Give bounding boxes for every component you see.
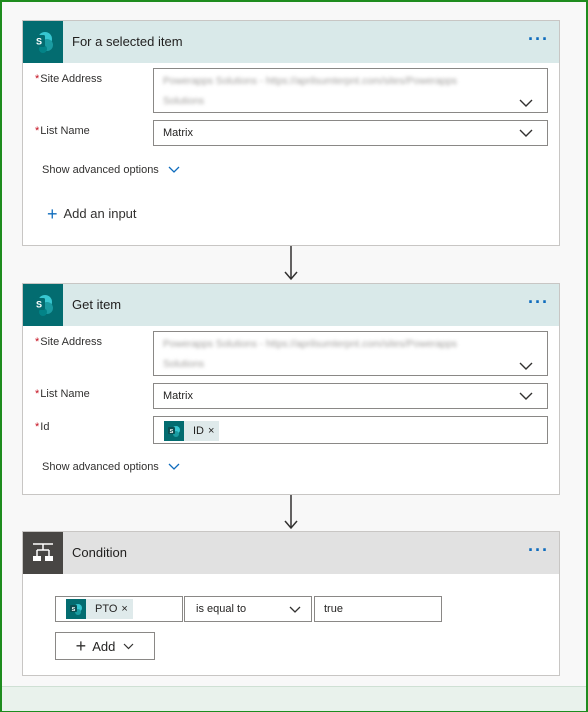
id-label: *Id — [35, 421, 50, 433]
add-input-button[interactable]: + Add an input — [47, 204, 137, 225]
svg-text:S: S — [170, 429, 174, 435]
more-options-icon[interactable]: ··· — [528, 540, 549, 561]
remove-token-icon[interactable]: × — [121, 603, 132, 615]
trigger-card-header[interactable]: S For a selected item ··· — [23, 21, 559, 63]
dynamic-content-token[interactable]: S ID × — [164, 421, 220, 441]
condition-left-operand[interactable]: S PTO × — [55, 596, 183, 622]
show-advanced-options[interactable]: Show advanced options — [42, 164, 180, 176]
more-options-icon[interactable]: ··· — [528, 29, 549, 50]
card-title: Get item — [72, 297, 122, 312]
dynamic-content-token[interactable]: S PTO × — [66, 599, 133, 619]
list-name-label: *List Name — [35, 388, 90, 400]
sharepoint-icon: S — [164, 421, 184, 441]
chevron-down-icon — [123, 643, 134, 649]
card-title: Condition — [72, 545, 127, 560]
site-address-dropdown[interactable]: Powerapps Solutions - https://aprilsumte… — [153, 68, 548, 113]
svg-text:S: S — [36, 300, 42, 310]
list-name-label: *List Name — [35, 125, 90, 137]
chevron-down-icon — [168, 463, 180, 471]
list-name-dropdown[interactable]: Matrix — [153, 383, 548, 409]
more-options-icon[interactable]: ··· — [528, 292, 549, 313]
list-name-dropdown[interactable]: Matrix — [153, 120, 548, 146]
svg-text:S: S — [36, 37, 42, 47]
svg-text:S: S — [72, 607, 76, 613]
remove-token-icon[interactable]: × — [208, 425, 219, 437]
condition-right-operand[interactable]: true — [314, 596, 442, 622]
chevron-down-icon — [289, 606, 301, 613]
plus-icon: + — [47, 204, 58, 224]
sharepoint-icon: S — [23, 284, 63, 326]
sharepoint-icon: S — [66, 599, 86, 619]
get-item-card-header[interactable]: S Get item ··· — [23, 284, 559, 326]
id-field[interactable]: S ID × — [153, 416, 548, 444]
operator-value: is equal to — [196, 603, 247, 615]
chevron-down-icon — [519, 129, 533, 137]
plus-icon: + — [75, 635, 87, 656]
condition-card: Condition ··· S PTO × is equal to true +… — [22, 531, 560, 676]
site-address-dropdown[interactable]: Powerapps Solutions - https://aprilsumte… — [153, 331, 548, 376]
chevron-down-icon — [168, 166, 180, 174]
down-arrow-icon — [284, 495, 298, 530]
chevron-down-icon — [519, 99, 533, 107]
bottom-band — [2, 686, 586, 711]
show-advanced-options[interactable]: Show advanced options — [42, 461, 180, 473]
condition-operator-dropdown[interactable]: is equal to — [184, 596, 312, 622]
get-item-card: S Get item ··· *Site Address Powerapps S… — [22, 283, 560, 495]
sharepoint-icon: S — [23, 21, 63, 63]
add-row-button[interactable]: + Add — [55, 632, 155, 660]
site-address-label: *Site Address — [35, 336, 103, 348]
condition-card-header[interactable]: Condition ··· — [23, 532, 559, 574]
condition-icon — [23, 532, 63, 574]
add-label: Add — [92, 638, 116, 654]
card-title: For a selected item — [72, 34, 183, 49]
chevron-down-icon — [519, 362, 533, 370]
down-arrow-icon — [284, 246, 298, 281]
token-label: PTO — [95, 603, 118, 615]
trigger-card: S For a selected item ··· *Site Address … — [22, 20, 560, 246]
site-address-label: *Site Address — [35, 73, 103, 85]
operand-value: true — [324, 603, 343, 615]
token-label: ID — [193, 425, 204, 437]
chevron-down-icon — [519, 392, 533, 400]
